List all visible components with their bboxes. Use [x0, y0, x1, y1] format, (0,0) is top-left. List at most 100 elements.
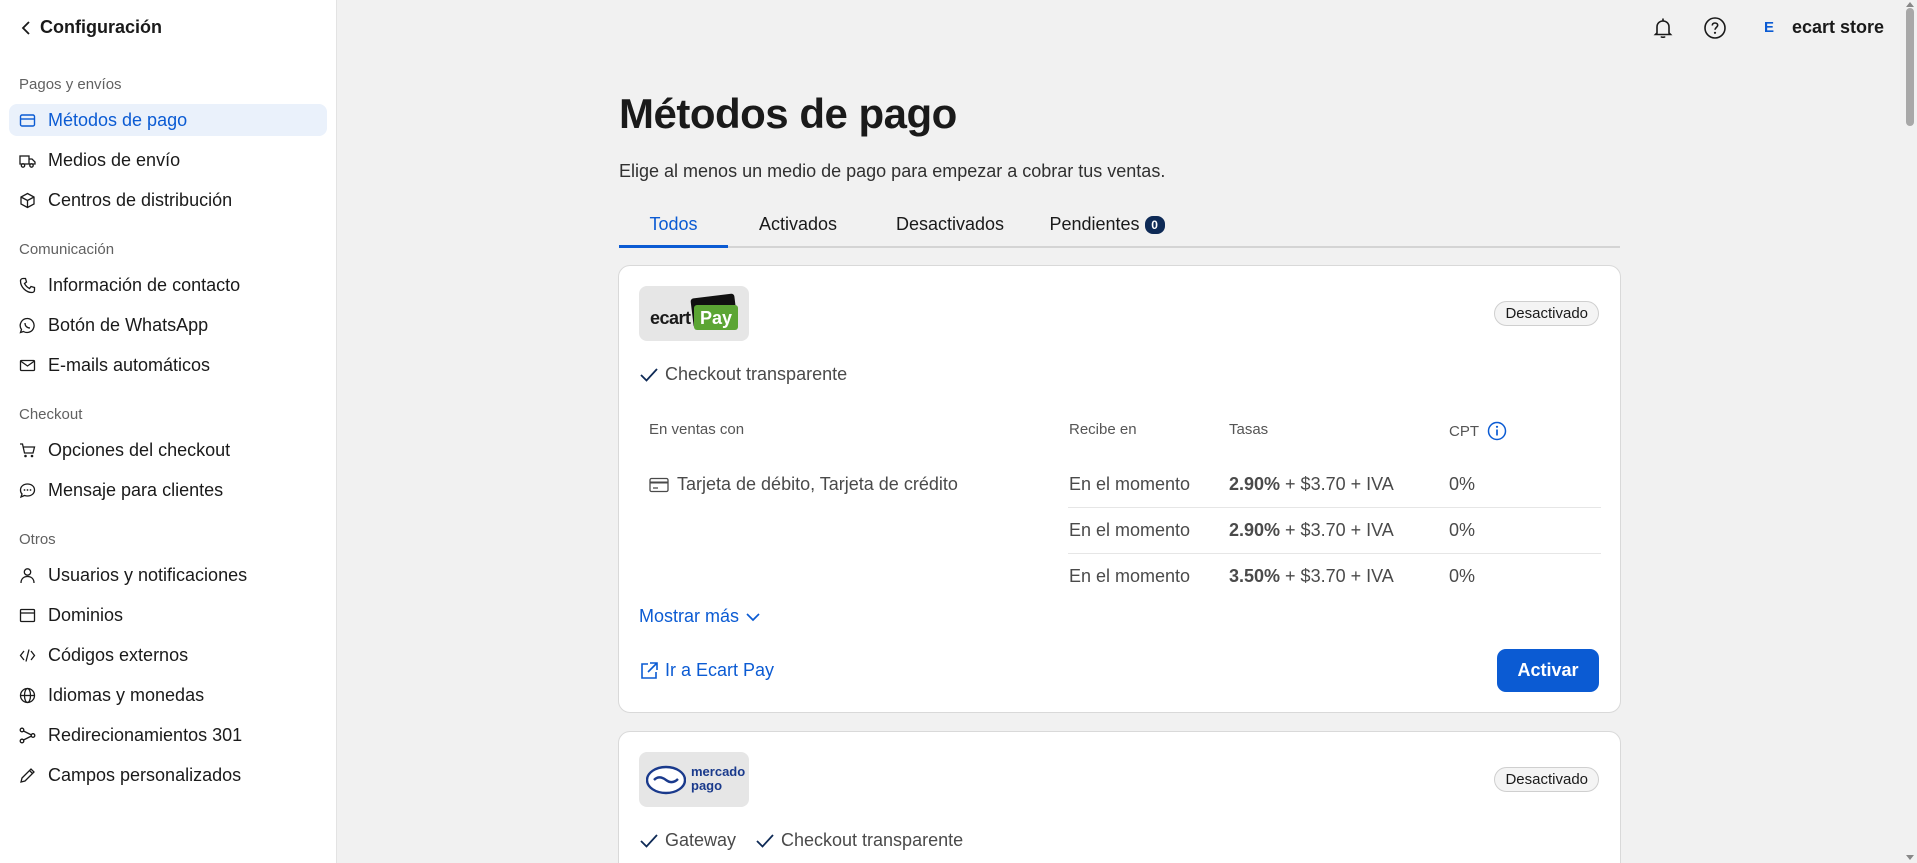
- feature-transparent-checkout: Checkout transparente: [755, 830, 963, 851]
- scroll-up-arrow-icon[interactable]: [1906, 2, 1914, 7]
- feature-label: Gateway: [665, 830, 737, 850]
- feature-gateway: Gateway: [639, 830, 736, 851]
- scrollbar-thumb[interactable]: [1906, 8, 1914, 126]
- tab-disabled[interactable]: Desactivados: [868, 214, 1032, 248]
- globe-icon: [19, 687, 36, 703]
- sidebar-item-label: Idiomas y monedas: [48, 684, 205, 705]
- rate-row-cpt: 0%: [1449, 474, 1476, 494]
- chevron-down-icon: [746, 612, 760, 621]
- sidebar-item-customer-message[interactable]: Mensaje para clientes: [9, 474, 327, 506]
- tab-label: Todos: [649, 214, 698, 234]
- rate-row-fee: 2.90% + $3.70 + IVA: [1229, 474, 1394, 494]
- help-icon[interactable]: [1703, 16, 1727, 40]
- sidebar-item-auto-emails[interactable]: E-mails automáticos: [9, 349, 327, 381]
- sidebar-item-checkout-options[interactable]: Opciones del checkout: [9, 434, 327, 466]
- back-to-settings-button[interactable]: Configuración: [20, 17, 162, 38]
- sidebar-item-label: Métodos de pago: [48, 109, 188, 130]
- payment-type-cards: Tarjeta de débito, Tarjeta de crédito: [649, 474, 958, 495]
- checkmark-icon: [756, 833, 774, 848]
- code-icon: [19, 648, 36, 662]
- rate-row-fee: 3.50% + $3.70 + IVA: [1229, 566, 1394, 586]
- column-header-cpt: CPT: [1449, 421, 1507, 441]
- rate-row-receive: En el momento: [1069, 520, 1191, 540]
- page-title: Métodos de pago: [619, 90, 957, 137]
- box-icon: [20, 192, 35, 208]
- sidebar-item-whatsapp[interactable]: Botón de WhatsApp: [9, 309, 327, 341]
- tab-label: Activados: [758, 214, 838, 234]
- mercado-pago-logo: mercado pago: [639, 752, 749, 807]
- external-link-icon: [641, 661, 658, 679]
- pencil-icon: [20, 767, 35, 783]
- sidebar-item-label: Mensaje para clientes: [48, 479, 224, 500]
- info-icon[interactable]: [1487, 421, 1507, 441]
- status-badge: Desactivado: [1494, 301, 1599, 326]
- sidebar-item-payment-methods[interactable]: Métodos de pago: [9, 104, 327, 136]
- payment-card-mercado-pago: mercado pago Desactivado Gateway Checkou…: [618, 731, 1621, 863]
- ecart-pay-logo-mark: ecart Pay: [650, 292, 738, 332]
- browser-icon: [19, 608, 36, 622]
- store-name: ecart store: [1792, 16, 1885, 37]
- tab-all[interactable]: Todos: [619, 214, 728, 248]
- column-header-receive: Recibe en: [1069, 421, 1137, 438]
- sidebar-item-label: Redirecionamientos 301: [48, 724, 243, 745]
- tab-pending[interactable]: Pendientes 0: [1032, 214, 1182, 248]
- sidebar-item-distribution-centers[interactable]: Centros de distribución: [9, 184, 327, 216]
- sidebar-item-users-notifications[interactable]: Usuarios y notificaciones: [9, 559, 327, 591]
- truck-icon: [19, 154, 36, 168]
- sidebar-item-contact-info[interactable]: Información de contacto: [9, 269, 327, 301]
- mercado-pago-logo-mark: mercado pago: [646, 763, 745, 797]
- feature-transparent-checkout: Checkout transparente: [639, 364, 847, 385]
- bell-icon[interactable]: [1651, 16, 1675, 40]
- sidebar-item-redirects[interactable]: Redirecionamientos 301: [9, 719, 327, 751]
- scroll-down-arrow-icon[interactable]: [1906, 855, 1914, 860]
- sidebar-item-label: Medios de envío: [48, 149, 181, 170]
- sidebar-item-label: Dominios: [48, 604, 124, 625]
- rate-row-receive: En el momento: [1069, 566, 1191, 586]
- status-tabs: Todos Activados Desactivados Pendientes 0: [619, 208, 1620, 248]
- row-divider: [1068, 507, 1601, 508]
- sidebar-item-label: Botón de WhatsApp: [48, 314, 209, 335]
- store-menu[interactable]: E ecart store: [1758, 16, 1884, 38]
- sidebar-item-domains[interactable]: Dominios: [9, 599, 327, 631]
- cpt-label: CPT: [1449, 422, 1479, 440]
- sidebar-item-external-codes[interactable]: Códigos externos: [9, 639, 327, 671]
- sidebar-item-label: Centros de distribución: [48, 189, 233, 210]
- sidebar-item-shipping[interactable]: Medios de envío: [9, 144, 327, 176]
- pending-count-badge: 0: [1144, 216, 1165, 234]
- row-divider: [1068, 553, 1601, 554]
- chat-icon: [19, 482, 36, 498]
- section-title-checkout: Checkout: [19, 406, 83, 423]
- card-icon: [649, 477, 669, 492]
- ecart-pay-logo: ecart Pay: [639, 286, 749, 341]
- whatsapp-icon: [19, 317, 35, 334]
- chevron-left-icon: [21, 20, 30, 35]
- go-to-ecart-pay-link[interactable]: Ir a Ecart Pay: [639, 660, 774, 681]
- settings-sidebar: Configuración Pagos y envíos Métodos de …: [0, 0, 337, 863]
- status-badge: Desactivado: [1494, 767, 1599, 792]
- show-more-link[interactable]: Mostrar más: [639, 606, 761, 627]
- sidebar-item-label: E-mails automáticos: [48, 354, 211, 375]
- page-scrollbar[interactable]: [1903, 0, 1917, 863]
- rate-row-fee: 2.90% + $3.70 + IVA: [1229, 520, 1394, 540]
- payment-type-label: Tarjeta de débito, Tarjeta de crédito: [677, 474, 958, 494]
- sidebar-item-custom-fields[interactable]: Campos personalizados: [9, 759, 327, 791]
- checkmark-icon: [640, 367, 658, 382]
- feature-label: Checkout transparente: [665, 364, 848, 384]
- go-to-ecart-pay-label: Ir a Ecart Pay: [665, 660, 775, 680]
- activate-button[interactable]: Activar: [1497, 649, 1599, 692]
- sidebar-item-label: Usuarios y notificaciones: [48, 564, 248, 585]
- checkmark-icon: [640, 833, 658, 848]
- user-icon: [20, 567, 35, 583]
- section-title-communication: Comunicación: [19, 241, 115, 258]
- rate-row-cpt: 0%: [1449, 566, 1476, 586]
- sidebar-item-label: Campos personalizados: [48, 764, 242, 785]
- section-title-others: Otros: [19, 531, 56, 548]
- tab-enabled[interactable]: Activados: [728, 214, 868, 248]
- payment-card-ecart-pay: ecart Pay Desactivado Checkout transpare…: [618, 265, 1621, 713]
- tab-label: Desactivados: [895, 214, 1005, 234]
- back-label: Configuración: [40, 17, 162, 37]
- sidebar-item-label: Códigos externos: [48, 644, 189, 665]
- rate-row-receive: En el momento: [1069, 474, 1191, 494]
- sidebar-item-languages-currencies[interactable]: Idiomas y monedas: [9, 679, 327, 711]
- column-header-sales: En ventas con: [649, 421, 745, 438]
